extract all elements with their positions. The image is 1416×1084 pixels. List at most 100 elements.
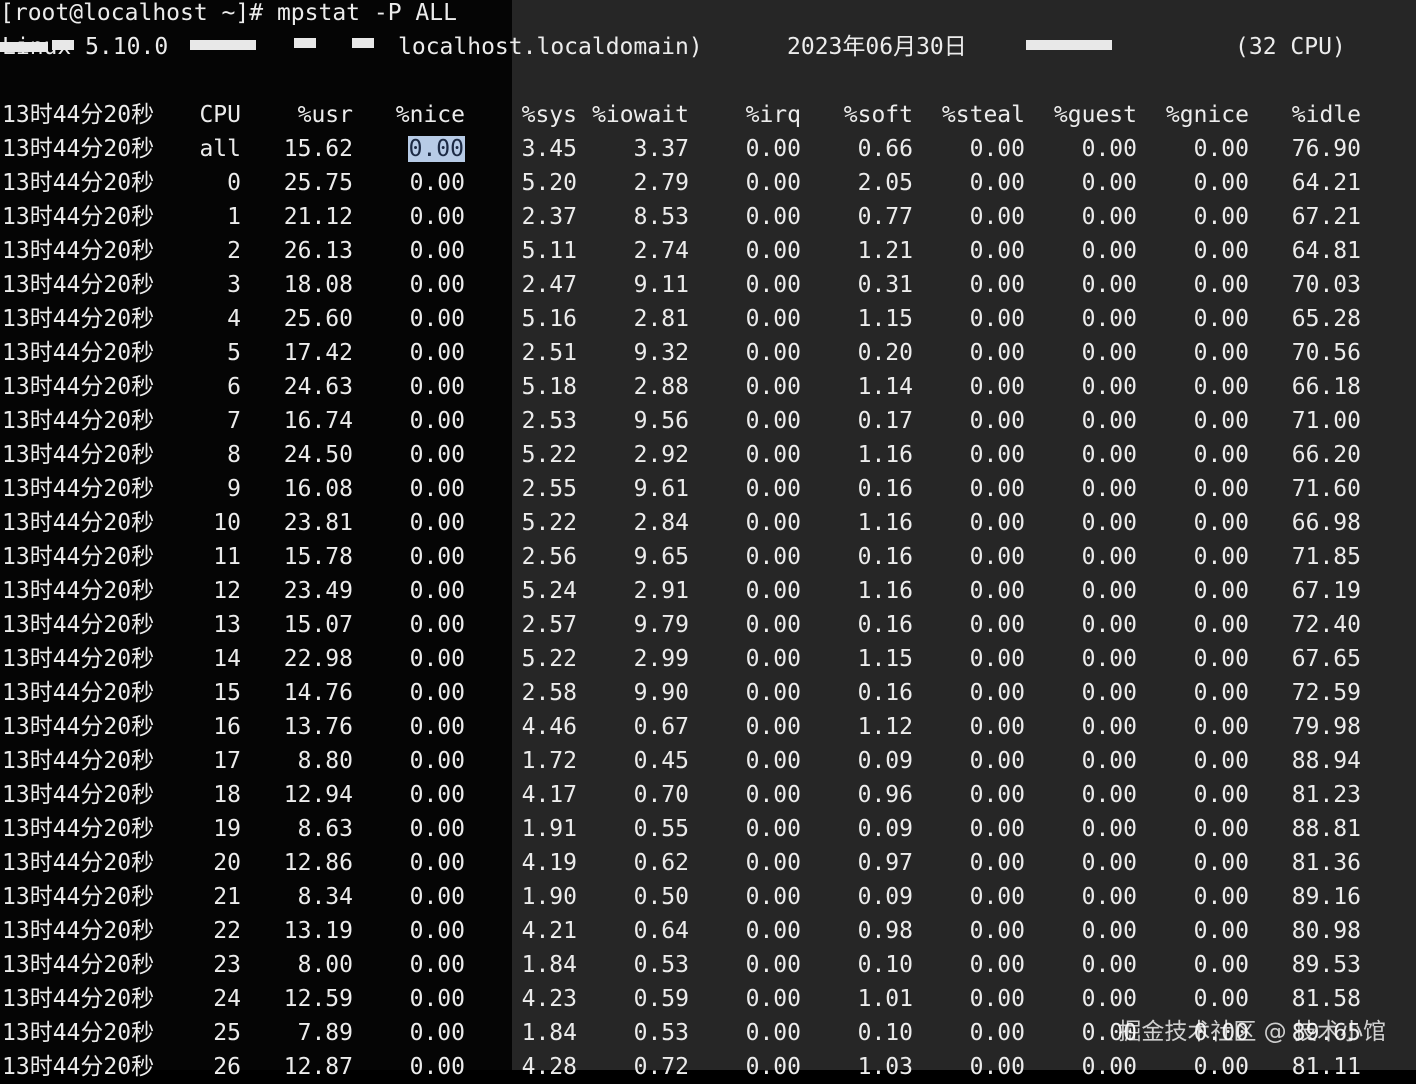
- cell-gnice: 0.00: [1193, 544, 1249, 570]
- cell-gnice: 0.00: [1193, 646, 1249, 672]
- header-soft: %soft: [843, 102, 913, 128]
- cell-idle: 79.98: [1291, 714, 1361, 740]
- cell-idle: 81.11: [1291, 1054, 1361, 1080]
- cell-time: 13时44分20秒: [2, 748, 155, 774]
- cell-sys: 2.51: [521, 340, 577, 366]
- cell-usr: 25.60: [283, 306, 353, 332]
- cell-usr: 12.94: [283, 782, 353, 808]
- cell-cpu: 18: [213, 782, 241, 808]
- cell-cpu: 25: [213, 1020, 241, 1046]
- header-time: 13时44分20秒: [2, 102, 155, 128]
- table-row: 13时44分20秒 16 13.76 0.00 4.46 0.67 0.00 1.12 0.00…: [0, 710, 1416, 744]
- cell-cpu: 0: [227, 170, 241, 196]
- cell-time: 13时44分20秒: [2, 306, 155, 332]
- cell-irq: 0.00: [745, 646, 801, 672]
- cell-guest: 0.00: [1081, 918, 1137, 944]
- table-row: 13时44分20秒 all 15.62 0.00 3.45 3.37 0.00 0.66 0.0…: [0, 132, 1416, 166]
- cell-irq: 0.00: [745, 884, 801, 910]
- cell-gnice: 0.00: [1193, 306, 1249, 332]
- cell-irq: 0.00: [745, 816, 801, 842]
- cell-iowait: 9.32: [633, 340, 689, 366]
- cell-steal: 0.00: [969, 510, 1025, 536]
- cell-iowait: 2.74: [633, 238, 689, 264]
- cell-irq: 0.00: [745, 340, 801, 366]
- cell-usr: 8.00: [297, 952, 353, 978]
- cell-iowait: 2.88: [633, 374, 689, 400]
- cell-irq: 0.00: [745, 1054, 801, 1080]
- cell-sys: 2.58: [521, 680, 577, 706]
- cell-soft: 0.09: [857, 884, 913, 910]
- cell-irq: 0.00: [745, 850, 801, 876]
- header-cpu: CPU: [199, 102, 241, 128]
- cell-time: 13时44分20秒: [2, 918, 155, 944]
- table-row: 13时44分20秒 7 16.74 0.00 2.53 9.56 0.00 0.17 0.00 0…: [0, 404, 1416, 438]
- cell-idle: 81.58: [1291, 986, 1361, 1012]
- cell-usr: 25.75: [283, 170, 353, 196]
- cell-steal: 0.00: [969, 986, 1025, 1012]
- cell-gnice: 0.00: [1193, 272, 1249, 298]
- cell-irq: 0.00: [745, 952, 801, 978]
- cell-usr: 23.49: [283, 578, 353, 604]
- cell-gnice: 0.00: [1193, 952, 1249, 978]
- cell-steal: 0.00: [969, 170, 1025, 196]
- cell-iowait: 9.61: [633, 476, 689, 502]
- cell-gnice: 0.00: [1193, 680, 1249, 706]
- cell-soft: 2.05: [857, 170, 913, 196]
- cell-cpu: 12: [213, 578, 241, 604]
- cell-soft: 0.66: [857, 136, 913, 162]
- cell-nice: 0.00: [409, 612, 465, 638]
- command-prompt-line: [root@localhost ~]# mpstat -P ALL: [0, 0, 457, 26]
- cell-soft: 0.17: [857, 408, 913, 434]
- cell-cpu: 16: [213, 714, 241, 740]
- cell-iowait: 0.53: [633, 1020, 689, 1046]
- cell-time: 13时44分20秒: [2, 170, 155, 196]
- cell-steal: 0.00: [969, 612, 1025, 638]
- header-irq: %irq: [745, 102, 801, 128]
- header-nice: %nice: [395, 102, 465, 128]
- cell-guest: 0.00: [1081, 374, 1137, 400]
- cell-idle: 64.21: [1291, 170, 1361, 196]
- cell-idle: 71.00: [1291, 408, 1361, 434]
- cell-guest: 0.00: [1081, 476, 1137, 502]
- cell-soft: 0.77: [857, 204, 913, 230]
- table-row: 13时44分20秒 19 8.63 0.00 1.91 0.55 0.00 0.09 0.00 0…: [0, 812, 1416, 846]
- cell-idle: 76.90: [1291, 136, 1361, 162]
- cell-usr: 21.12: [283, 204, 353, 230]
- cell-irq: 0.00: [745, 476, 801, 502]
- cell-soft: 0.20: [857, 340, 913, 366]
- cell-iowait: 8.53: [633, 204, 689, 230]
- cell-soft: 1.15: [857, 646, 913, 672]
- cell-guest: 0.00: [1081, 238, 1137, 264]
- cell-time: 13时44分20秒: [2, 850, 155, 876]
- selected-text-highlight[interactable]: 0.00: [407, 136, 465, 162]
- cell-irq: 0.00: [745, 408, 801, 434]
- cell-steal: 0.00: [969, 272, 1025, 298]
- cell-time: 13时44分20秒: [2, 1020, 155, 1046]
- cell-sys: 2.47: [521, 272, 577, 298]
- cell-steal: 0.00: [969, 136, 1025, 162]
- cell-sys: 1.90: [521, 884, 577, 910]
- cell-guest: 0.00: [1081, 816, 1137, 842]
- cell-gnice: 0.00: [1193, 884, 1249, 910]
- cell-iowait: 3.37: [633, 136, 689, 162]
- cell-gnice: 0.00: [1193, 136, 1249, 162]
- cell-cpu: 10: [213, 510, 241, 536]
- header-gnice: %gnice: [1165, 102, 1249, 128]
- cell-gnice: 0.00: [1193, 1054, 1249, 1080]
- cell-cpu: 17: [213, 748, 241, 774]
- cell-time: 13时44分20秒: [2, 714, 155, 740]
- cell-irq: 0.00: [745, 748, 801, 774]
- cell-nice: 0.00: [409, 442, 465, 468]
- cell-iowait: 2.79: [633, 170, 689, 196]
- cell-cpu: 21: [213, 884, 241, 910]
- cell-cpu: 5: [227, 340, 241, 366]
- cell-sys: 3.45: [521, 136, 577, 162]
- cell-iowait: 2.92: [633, 442, 689, 468]
- cell-sys: 2.56: [521, 544, 577, 570]
- cell-time: 13时44分20秒: [2, 510, 155, 536]
- cell-time: 13时44分20秒: [2, 340, 155, 366]
- cell-guest: 0.00: [1081, 510, 1137, 536]
- cell-nice: 0.00: [409, 578, 465, 604]
- table-row: 13时44分20秒 2 26.13 0.00 5.11 2.74 0.00 1.21 0.00 0…: [0, 234, 1416, 268]
- cell-usr: 16.74: [283, 408, 353, 434]
